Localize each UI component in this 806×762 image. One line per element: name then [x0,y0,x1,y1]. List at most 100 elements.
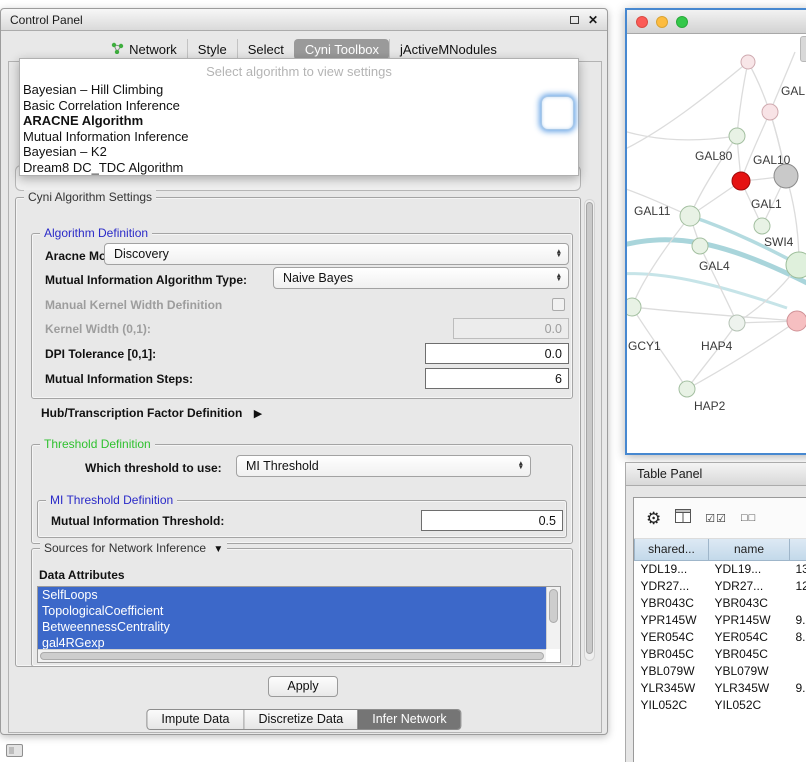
tab-label: Cyni Toolbox [305,42,379,57]
tab-discretize-data[interactable]: Discretize Data [244,710,358,729]
table-panel-window: ⚙ ☑☑ □□ shared... name YDL19...YDL19...1… [625,486,806,762]
tab-jactivemnodules[interactable]: jActiveMNodules [389,39,507,60]
network-node[interactable] [627,298,641,316]
tab-infer-network[interactable]: Infer Network [357,710,460,729]
attribute-item[interactable]: SelfLoops [38,587,546,603]
spinner-arrows-icon: ▲ ▼ [556,274,562,283]
network-edge[interactable] [690,136,737,216]
network-edge[interactable] [632,307,797,321]
sources-toggle[interactable]: Sources for Network Inference ▼ [40,541,227,557]
data-attributes-label: Data Attributes [39,568,125,582]
panel-dock-icon[interactable] [6,744,23,757]
network-node[interactable] [754,218,770,234]
unselect-all-columns-icon[interactable]: □□ [741,512,756,524]
scrollbar-thumb[interactable] [40,652,544,660]
table-row[interactable]: YPR145WYPR145W9. [635,611,806,628]
tab-network[interactable]: Network [101,39,187,60]
table-row[interactable]: YBL079WYBL079W [635,662,806,679]
network-node[interactable] [732,172,750,190]
algorithm-option[interactable]: Dream8 DC_TDC Algorithm [20,160,578,176]
table-row[interactable]: YBR045CYBR045C [635,645,806,662]
network-window-titlebar[interactable] [627,10,806,34]
panel-tab-bar: Network Style Select Cyni Toolbox jActiv… [1,39,607,60]
attribute-list-horizontal-scrollbar[interactable] [38,649,546,662]
group-title: MI Threshold Definition [46,493,177,508]
attribute-item[interactable]: TopologicalCoefficient [38,603,546,619]
column-header-name[interactable]: name [709,539,790,560]
manual-kernel-width-checkbox[interactable] [552,298,565,311]
table-row[interactable]: YER054CYER054C8. [635,628,806,645]
columns-icon[interactable] [675,509,691,528]
network-node-label: GAL10 [753,153,791,167]
table-row[interactable]: YDL19...YDL19...13 [635,560,806,577]
window-title: Control Panel [10,13,83,27]
algorithm-option[interactable]: Bayesian – Hill Climbing [20,82,578,98]
manual-kernel-width-label: Manual Kernel Width Definition [45,298,222,312]
control-panel-titlebar[interactable]: Control Panel ✕ [1,9,607,31]
tab-impute-data[interactable]: Impute Data [147,710,243,729]
table-row[interactable]: YIL052CYIL052C [635,696,806,713]
network-edge[interactable] [632,216,690,307]
network-node[interactable] [679,381,695,397]
attribute-listbox[interactable]: SelfLoopsTopologicalCoefficientBetweenne… [37,586,561,663]
network-edge[interactable] [741,112,770,181]
column-header-shared-name[interactable]: shared... [635,539,709,560]
network-node[interactable] [692,238,708,254]
network-node-label: GAL11 [634,204,671,218]
tab-select[interactable]: Select [237,39,294,60]
float-window-icon[interactable] [570,16,579,24]
mi-algorithm-type-select[interactable]: Naive Bayes ▲ ▼ [273,267,569,289]
table-panel-titlebar[interactable]: Table Panel [625,462,806,486]
attribute-item[interactable]: gal4RGexp [38,635,546,649]
hub-definition-toggle[interactable]: Hub/Transcription Factor Definition ▶ [41,406,262,420]
network-node[interactable] [762,104,778,120]
tab-cyni-toolbox[interactable]: Cyni Toolbox [294,39,389,60]
network-node[interactable] [729,315,745,331]
gear-icon[interactable]: ⚙ [646,510,661,527]
table-row[interactable]: YLR345WYLR345W9. [635,679,806,696]
network-node[interactable] [729,128,745,144]
network-edge[interactable] [737,62,748,136]
sources-title: Sources for Network Inference [44,541,206,555]
mi-steps-field[interactable]: 6 [425,368,569,389]
attribute-item[interactable]: BetweennessCentrality [38,619,546,635]
network-edge[interactable] [770,52,795,112]
table-row[interactable]: YBR043CYBR043C [635,594,806,611]
network-node-label: GCY1 [628,339,661,353]
algorithm-option[interactable]: Bayesian – K2 [20,144,578,160]
minimize-traffic-light-icon[interactable] [656,16,668,28]
tab-style[interactable]: Style [187,39,237,60]
dpi-tolerance-field[interactable]: 0.0 [425,343,569,364]
kernel-width-label: Kernel Width (0,1): [45,322,151,336]
network-scrollbar-thumb[interactable] [800,36,806,62]
algorithm-option[interactable]: ARACNE Algorithm [20,113,578,129]
network-node[interactable] [741,55,755,69]
mi-threshold-field[interactable]: 0.5 [421,510,563,531]
network-edge[interactable] [687,323,737,389]
panel-vertical-scrollbar[interactable] [584,199,595,661]
aracne-mode-select[interactable]: Discovery ▲ ▼ [104,243,569,265]
close-icon[interactable]: ✕ [588,14,598,26]
network-edge[interactable] [687,321,797,389]
zoom-traffic-light-icon[interactable] [676,16,688,28]
focused-spinner-button[interactable] [541,96,574,130]
algorithm-option[interactable]: Basic Correlation Inference [20,98,578,114]
column-header-extra[interactable] [790,539,806,560]
table-row[interactable]: YDR27...YDR27...12 [635,577,806,594]
select-all-columns-icon[interactable]: ☑☑ [705,512,727,525]
network-node[interactable] [774,164,798,188]
kernel-width-field: 0.0 [453,318,569,339]
network-node[interactable] [680,206,700,226]
attribute-list-vertical-scrollbar[interactable] [546,587,560,649]
network-canvas[interactable]: GALGAL80GAL10GAL11GAL1SWI4GAL4GCY1HAP4HA… [627,34,806,453]
scrollbar-thumb[interactable] [549,589,558,623]
network-edge[interactable] [627,129,737,140]
network-node[interactable] [787,311,806,331]
close-traffic-light-icon[interactable] [636,16,648,28]
hub-definition-label: Hub/Transcription Factor Definition [41,406,242,420]
algorithm-placeholder: Select algorithm to view settings [20,62,578,82]
algorithm-option[interactable]: Mutual Information Inference [20,129,578,145]
which-threshold-select[interactable]: MI Threshold ▲ ▼ [236,455,531,477]
apply-button[interactable]: Apply [268,676,338,697]
scrollbar-thumb[interactable] [586,202,593,654]
